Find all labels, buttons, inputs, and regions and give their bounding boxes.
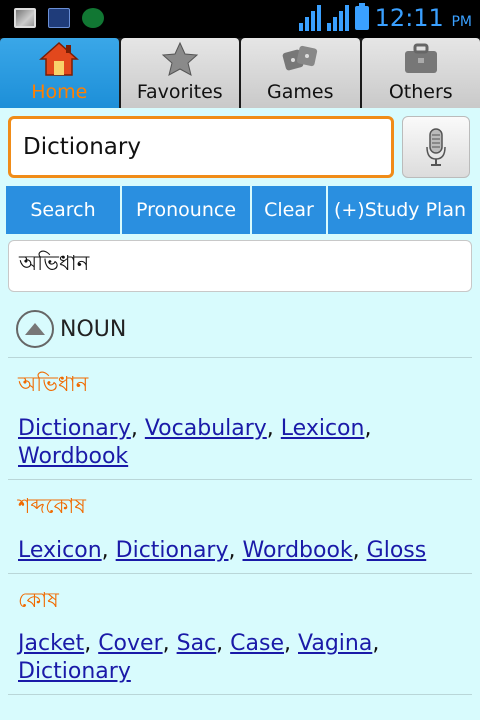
divider (8, 694, 472, 695)
entry-term: অভিধান (18, 372, 89, 396)
clock-time: 12:11 (374, 4, 444, 32)
pos-label: NOUN (60, 316, 127, 342)
tab-bar: Home Favorites Games Others (0, 38, 480, 108)
synonym-link[interactable]: Dictionary (18, 659, 131, 684)
dice-icon (280, 41, 320, 77)
star-icon (160, 41, 200, 77)
synonym-link[interactable]: Case (230, 631, 284, 656)
divider (8, 573, 472, 574)
collapse-up-icon[interactable] (16, 310, 54, 348)
dictionary-notification-icon (48, 8, 70, 28)
synonym-link[interactable]: Sac (177, 631, 217, 656)
synonym-link[interactable]: Cover (98, 631, 162, 656)
divider (8, 479, 472, 480)
microphone-icon (426, 128, 446, 166)
clear-button[interactable]: Clear (252, 186, 326, 234)
battery-icon (354, 3, 369, 30)
home-icon (39, 41, 80, 77)
tab-home-label: Home (31, 81, 88, 103)
pronounce-button[interactable]: Pronounce (122, 186, 250, 234)
synonym-link[interactable]: Lexicon (18, 538, 102, 563)
gallery-notification-icon (14, 8, 36, 28)
synonym-link[interactable]: Dictionary (116, 538, 229, 563)
study-plan-button[interactable]: (+)Study Plan (328, 186, 472, 234)
divider (8, 357, 472, 358)
search-button[interactable]: Search (6, 186, 120, 234)
status-clock: 12:11 PM (375, 4, 472, 32)
clock-ampm: PM (451, 14, 472, 30)
action-bar: Search Pronounce Clear (+)Study Plan (6, 186, 474, 234)
status-bar: 12:11 PM (0, 0, 480, 38)
tab-favorites-label: Favorites (136, 81, 223, 103)
voice-search-button[interactable] (402, 116, 470, 178)
activity-notification-icon (82, 8, 104, 28)
entry-synonyms: Lexicon, Dictionary, Wordbook, Gloss (18, 538, 427, 563)
tab-favorites[interactable]: Favorites (120, 38, 239, 108)
search-field-wrapper (8, 116, 394, 178)
synonym-link[interactable]: Vocabulary (145, 416, 267, 441)
synonym-link[interactable]: Dictionary (18, 416, 131, 441)
synonym-link[interactable]: Wordbook (243, 538, 353, 563)
wifi-signal-icon (298, 5, 321, 31)
entry-synonyms: Jacket, Cover, Sac, Case, Vagina, Diction… (18, 631, 380, 684)
tab-home[interactable]: Home (0, 38, 119, 108)
pos-header[interactable]: NOUN (16, 310, 126, 348)
synonym-link[interactable]: Gloss (367, 538, 427, 563)
tab-others-label: Others (388, 81, 453, 103)
synonym-link[interactable]: Wordbook (18, 444, 128, 469)
synonym-link[interactable]: Jacket (18, 631, 84, 656)
cell-signal-icon (326, 5, 349, 31)
search-input[interactable] (11, 119, 391, 175)
tab-others[interactable]: Others (361, 38, 480, 108)
briefcase-icon (401, 41, 441, 77)
entry-synonyms: Dictionary, Vocabulary, Lexicon, Wordbook (18, 416, 372, 469)
entry-term: শব্দকোষ (18, 494, 86, 518)
entry-term: কোষ (18, 588, 59, 612)
translation-result: অভিধান (8, 240, 472, 292)
tab-games[interactable]: Games (241, 38, 360, 108)
tab-games-label: Games (267, 81, 334, 103)
synonym-link[interactable]: Vagina (298, 631, 372, 656)
synonym-link[interactable]: Lexicon (281, 416, 365, 441)
